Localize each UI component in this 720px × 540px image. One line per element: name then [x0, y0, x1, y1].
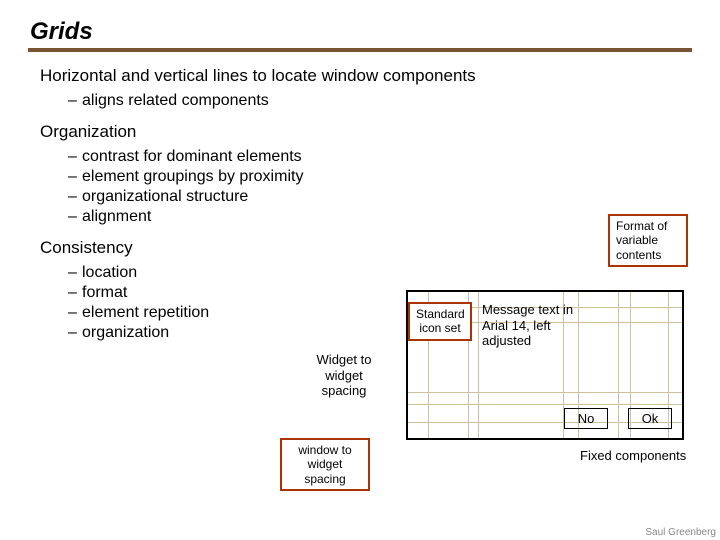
no-button-box: No [564, 408, 608, 429]
grid-diagram: Format of variable contents Standard ico… [270, 310, 700, 520]
message-text-label: Message text in Arial 14, left adjusted [482, 302, 592, 349]
topic-organization: Organization [40, 122, 680, 142]
topic-consistency: Consistency [40, 238, 680, 258]
list-item: –alignment [68, 208, 680, 226]
standard-icon-label: Standard icon set [408, 302, 472, 341]
list-item: –organizational structure [68, 188, 680, 206]
window-spacing-label: window to widget spacing [280, 438, 370, 491]
widget-spacing-label: Widget to widget spacing [304, 352, 384, 399]
format-label: Format of variable contents [608, 214, 688, 267]
list-item: –contrast for dominant elements [68, 148, 680, 166]
list-item: –location [68, 264, 680, 282]
topic-horizontal: Horizontal and vertical lines to locate … [40, 66, 680, 86]
list-item: –aligns related components [68, 92, 680, 110]
list-item: –element groupings by proximity [68, 168, 680, 186]
ok-button-box: Ok [628, 408, 672, 429]
fixed-components-label: Fixed components [580, 448, 690, 464]
title-divider [28, 48, 692, 52]
page-title: Grids [0, 0, 720, 48]
footer-credit: Saul Greenberg [645, 527, 716, 538]
